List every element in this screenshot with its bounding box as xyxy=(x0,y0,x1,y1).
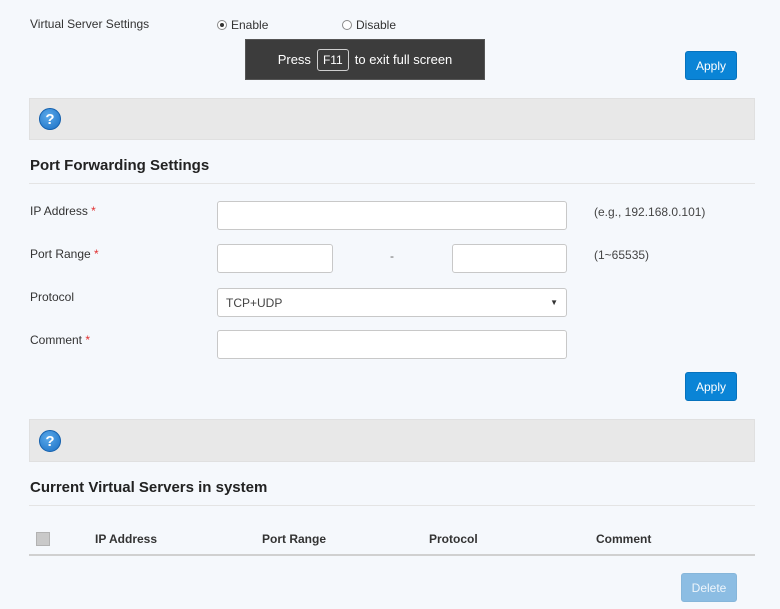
ip-address-label: IP Address * xyxy=(30,204,96,218)
help-bar-top: ? xyxy=(29,98,755,140)
column-header-port-range: Port Range xyxy=(262,532,327,546)
delete-button[interactable]: Delete xyxy=(681,573,737,602)
chevron-down-icon: ▼ xyxy=(550,298,558,307)
select-all-checkbox[interactable] xyxy=(36,532,50,546)
apply-button-top[interactable]: Apply xyxy=(685,51,737,80)
port-range-label-text: Port Range xyxy=(30,247,91,261)
disable-radio-icon[interactable] xyxy=(342,20,352,30)
comment-label: Comment * xyxy=(30,333,90,347)
help-bar-bottom: ? xyxy=(29,419,755,462)
section-divider xyxy=(29,505,755,506)
port-range-hint: (1~65535) xyxy=(594,248,650,262)
help-icon[interactable]: ? xyxy=(39,108,61,130)
protocol-select[interactable]: TCP+UDP ▼ xyxy=(217,288,567,317)
apply-button-port-forwarding[interactable]: Apply xyxy=(685,372,737,401)
disable-radio-label: Disable xyxy=(356,18,397,32)
column-header-ip-address: IP Address xyxy=(95,532,158,546)
enable-radio-label: Enable xyxy=(231,18,269,32)
port-range-label: Port Range * xyxy=(30,247,99,261)
protocol-selected-value: TCP+UDP xyxy=(226,295,283,310)
enable-radio-option[interactable]: Enable xyxy=(217,18,268,32)
toast-exit-text: to exit full screen xyxy=(354,52,453,67)
comment-input[interactable] xyxy=(217,330,567,359)
required-mark: * xyxy=(94,247,99,261)
enable-radio-icon[interactable] xyxy=(217,20,227,30)
fullscreen-toast: Press F11 to exit full screen xyxy=(245,39,485,80)
ip-address-label-text: IP Address xyxy=(30,204,88,218)
port-forwarding-title: Port Forwarding Settings xyxy=(30,157,210,174)
ip-address-hint: (e.g., 192.168.0.101) xyxy=(594,205,706,219)
current-servers-title: Current Virtual Servers in system xyxy=(30,479,268,496)
virtual-server-label: Virtual Server Settings xyxy=(30,17,150,31)
required-mark: * xyxy=(91,204,96,218)
toast-press-text: Press xyxy=(277,52,311,67)
protocol-label: Protocol xyxy=(30,290,75,304)
table-header-underline xyxy=(29,554,755,556)
column-header-comment: Comment xyxy=(596,532,652,546)
disable-radio-option[interactable]: Disable xyxy=(342,18,396,32)
port-end-input[interactable] xyxy=(452,244,567,273)
column-header-protocol: Protocol xyxy=(429,532,478,546)
ip-address-input[interactable] xyxy=(217,201,567,230)
toast-key-badge: F11 xyxy=(316,48,349,71)
comment-label-text: Comment xyxy=(30,333,83,347)
port-start-input[interactable] xyxy=(217,244,333,273)
section-divider xyxy=(29,183,755,184)
required-mark: * xyxy=(85,333,91,347)
port-range-separator: - xyxy=(390,249,394,263)
help-icon[interactable]: ? xyxy=(39,430,61,452)
